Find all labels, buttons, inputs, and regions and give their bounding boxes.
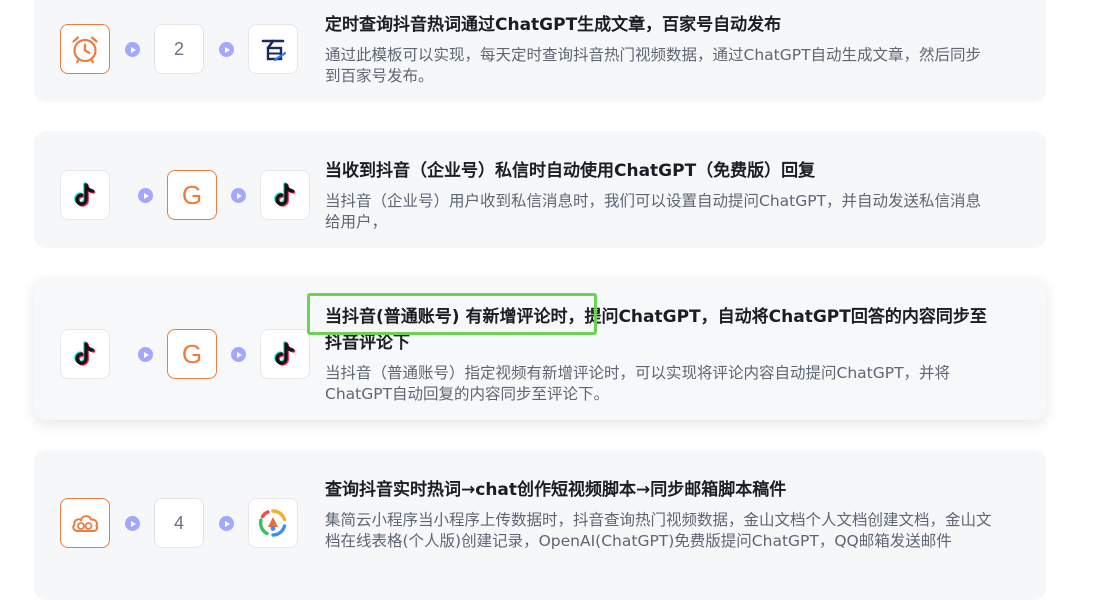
baijiahao-icon (248, 24, 298, 74)
template-title[interactable]: 当抖音(普通账号) 有新增评论时，提问ChatGPT，自动将ChatGPT回答的… (325, 304, 995, 356)
chatgpt-g-icon: G (167, 170, 217, 220)
tiktok-icon (260, 329, 310, 379)
step-count-badge: 2 (154, 24, 204, 74)
template-card-2[interactable]: G 当收到抖音（企业号）私信时自动使用ChatGPT（免费版）回复 当抖音（企业… (34, 131, 1046, 248)
template-title[interactable]: 定时查询抖音热词通过ChatGPT生成文章，百家号自动发布 (325, 12, 995, 38)
app-flow: G (34, 131, 334, 248)
template-card-4[interactable]: 4 查询抖音实时热词→chat创作短视频脚本→同步邮箱脚本稿件 集简云小程序当小… (34, 450, 1046, 600)
arrow-right-icon (138, 188, 153, 203)
arrow-right-icon (125, 516, 140, 531)
arrow-right-icon (138, 347, 153, 362)
chatgpt-g-letter: G (181, 179, 203, 210)
arrow-right-icon (125, 42, 140, 57)
chatgpt-g-letter: G (181, 338, 203, 369)
template-card-1[interactable]: 2 定时查询抖音热词通过ChatGPT生成文章，百家号自动发布 通过此模板可以实… (34, 0, 1046, 102)
mini-program-icon (248, 498, 298, 548)
arrow-right-icon (231, 347, 246, 362)
app-flow: G (34, 278, 334, 420)
app-flow: 4 (34, 450, 334, 600)
template-description: 集简云小程序当小程序上传数据时，抖音查询热门视频数据，金山文档个人文档创建文档，… (325, 511, 992, 550)
alarm-clock-icon (60, 24, 110, 74)
cloud-icon (60, 498, 110, 548)
arrow-right-icon (219, 42, 234, 57)
tiktok-icon (60, 329, 110, 379)
tiktok-icon (60, 170, 110, 220)
step-count: 2 (173, 38, 184, 59)
step-count: 4 (173, 512, 184, 533)
template-title[interactable]: 查询抖音实时热词→chat创作短视频脚本→同步邮箱脚本稿件 (325, 477, 995, 503)
step-count-badge: 4 (154, 498, 204, 548)
template-description: 通过此模板可以实现，每天定时查询抖音热门视频数据，通过ChatGPT自动生成文章… (325, 46, 982, 85)
arrow-right-icon (219, 516, 234, 531)
tiktok-icon (260, 170, 310, 220)
arrow-right-icon (231, 188, 246, 203)
template-card-3[interactable]: G 当抖音(普通账号) 有新增评论时，提问ChatGPT，自动将ChatGPT回… (34, 278, 1046, 420)
template-description: 当抖音（企业号）用户收到私信消息时，我们可以设置自动提问ChatGPT，并自动发… (325, 192, 982, 231)
template-description: 当抖音（普通账号）指定视频有新增评论时，可以实现将评论内容自动提问ChatGPT… (325, 364, 951, 403)
app-flow: 2 (34, 0, 334, 102)
template-title[interactable]: 当收到抖音（企业号）私信时自动使用ChatGPT（免费版）回复 (325, 158, 995, 184)
chatgpt-g-icon: G (167, 329, 217, 379)
